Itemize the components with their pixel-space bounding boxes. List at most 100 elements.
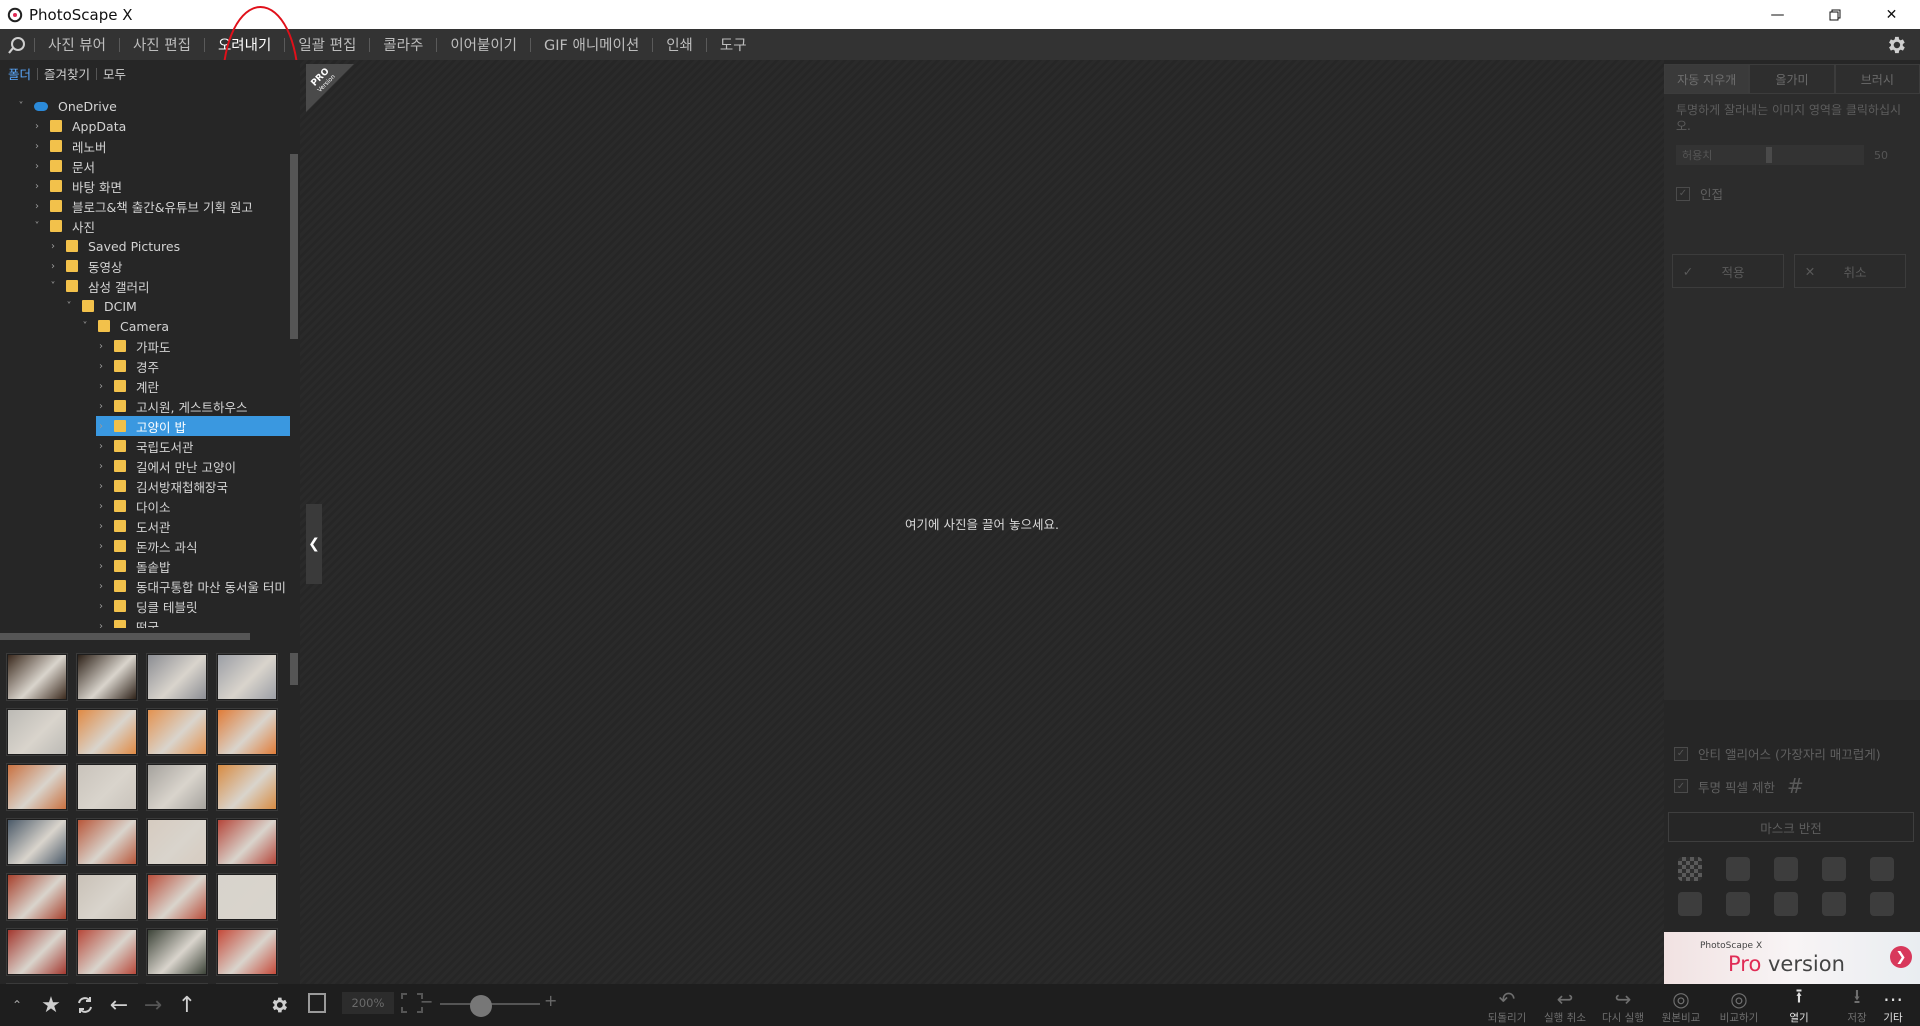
tab-lasso[interactable]: 올가미 [1749,64,1835,94]
menu-item-viewer[interactable]: 사진 뷰어 [35,29,119,60]
tree-item[interactable]: › 고시원, 게스트하우스 [96,396,290,416]
browser-settings-button[interactable] [262,988,296,1022]
collapse-left-panel-button[interactable]: ❮ [306,504,322,584]
tab-brush[interactable]: 브러시 [1834,64,1920,94]
bg-swatch[interactable] [1678,892,1702,916]
chevron-right-icon[interactable]: › [96,381,106,392]
parent-folder-button[interactable]: ↑ [170,988,204,1022]
menu-item-combine[interactable]: 이어붙이기 [437,29,530,60]
tree-item[interactable]: › 딩클 테블릿 [96,596,290,616]
chevron-right-icon[interactable]: › [32,121,42,132]
chevron-right-icon[interactable]: › [96,481,106,492]
chevron-right-icon[interactable]: › [96,501,106,512]
tree-item-selected[interactable]: › 고양이 밥 [96,416,290,436]
tolerance-slider[interactable]: 허용치 [1676,145,1864,165]
menu-item-gif[interactable]: GIF 애니메이션 [531,29,652,60]
chevron-right-icon[interactable]: › [96,421,106,432]
photo-thumbnail[interactable] [216,653,278,701]
tree-horizontal-scrollbar[interactable] [0,633,250,640]
photo-thumbnail[interactable] [6,653,68,701]
menu-item-print[interactable]: 인쇄 [653,29,706,60]
zoom-slider-knob[interactable] [470,995,492,1017]
tree-item[interactable]: › 동대구통합 마산 동서울 터미 [96,576,290,596]
chevron-right-icon[interactable]: › [96,541,106,552]
zoom-in-icon[interactable]: + [544,991,557,1010]
chevron-down-icon[interactable]: ˅ [64,301,74,312]
chevron-right-icon[interactable]: › [32,161,42,172]
redo-button[interactable]: ↪ 다시 실행 [1596,987,1650,1026]
bg-swatch[interactable] [1726,857,1750,881]
minimize-button[interactable]: — [1749,0,1806,29]
bg-swatch[interactable] [1822,857,1846,881]
photo-thumbnail[interactable] [146,818,208,866]
photo-thumbnail[interactable] [6,708,68,756]
undo-button[interactable]: ↩ 실행 취소 [1538,987,1592,1026]
tree-item[interactable]: ˅ Camera [80,316,290,336]
favorite-button[interactable]: ★ [34,988,68,1022]
home-logo-button[interactable] [0,29,34,60]
tree-item[interactable]: ˅ OneDrive [16,96,290,116]
apply-button[interactable]: ✓ 적용 [1672,254,1784,288]
bg-swatch[interactable] [1774,857,1798,881]
photo-thumbnail[interactable] [216,818,278,866]
zoom-out-icon[interactable]: − [420,992,433,1011]
chevron-right-icon[interactable]: › [32,201,42,212]
chevron-right-icon[interactable]: › [96,341,106,352]
tree-item[interactable]: › 문서 [32,156,290,176]
photo-thumbnail[interactable] [216,708,278,756]
tab-all[interactable]: 모두 [97,64,132,83]
tree-item[interactable]: › 돌솥밥 [96,556,290,576]
tree-item[interactable]: ˅ DCIM [64,296,290,316]
bg-swatch[interactable] [1822,892,1846,916]
tree-item[interactable]: › 블로그&책 출간&유튜브 기획 원고 [32,196,290,216]
tree-item[interactable]: › 가파도 [96,336,290,356]
chevron-right-icon[interactable]: › [96,561,106,572]
menu-item-batch[interactable]: 일괄 편집 [285,29,369,60]
zoom-level[interactable]: 200% [342,992,394,1014]
bg-transparent-swatch[interactable] [1678,857,1702,881]
tolerance-value[interactable]: 50 [1874,149,1904,162]
bg-swatch[interactable] [1870,857,1894,881]
forward-button[interactable]: → [136,988,170,1022]
menu-item-cutout[interactable]: 오려내기 [205,29,284,60]
drop-area[interactable]: 여기에 사진을 끌어 놓으세요. [300,60,1664,984]
tree-item[interactable]: › 경주 [96,356,290,376]
collapse-panel-button[interactable]: ⌃ [0,988,34,1022]
restore-button[interactable] [1806,0,1863,29]
chevron-right-icon[interactable]: › [96,621,106,629]
photo-thumbnail[interactable] [6,928,68,976]
chevron-right-icon[interactable]: › [32,141,42,152]
photo-thumbnail[interactable] [76,818,138,866]
adjacent-checkbox[interactable]: ✓ 인접 [1676,184,1723,203]
aspect-box-icon[interactable] [308,993,326,1013]
chevron-down-icon[interactable]: ˅ [16,101,26,112]
tree-item[interactable]: › 도서관 [96,516,290,536]
tree-item[interactable]: › 길에서 만난 고양이 [96,456,290,476]
chevron-right-icon[interactable]: › [96,521,106,532]
compare-button[interactable]: ◎ 비교하기 [1712,987,1766,1026]
slider-handle[interactable] [1766,147,1772,163]
tab-auto-eraser[interactable]: 자동 지우개 [1664,64,1750,94]
tree-item[interactable]: ˅ 사진 [32,216,290,236]
chevron-right-icon[interactable]: › [96,401,106,412]
chevron-right-icon[interactable]: › [48,241,58,252]
chevron-down-icon[interactable]: ˅ [32,221,42,232]
tree-item[interactable]: › 레노버 [32,136,290,156]
tree-item[interactable]: › 김서방재첩해장국 [96,476,290,496]
revert-button[interactable]: ↶ 되돌리기 [1480,987,1534,1026]
photo-thumbnail[interactable] [6,818,68,866]
thumbnail-scrollbar[interactable] [290,653,298,685]
chevron-right-icon[interactable]: › [96,461,106,472]
chevron-down-icon[interactable]: ˅ [48,281,58,292]
menu-item-tools[interactable]: 도구 [707,29,760,60]
back-button[interactable]: ← [102,988,136,1022]
tree-item[interactable]: › 바탕 화면 [32,176,290,196]
bg-swatch[interactable] [1870,892,1894,916]
photo-thumbnail[interactable] [6,873,68,921]
compare-original-button[interactable]: ◎ 원본비교 [1654,987,1708,1026]
photo-thumbnail[interactable] [76,873,138,921]
tree-item[interactable]: › 계란 [96,376,290,396]
refresh-button[interactable] [68,988,102,1022]
photo-thumbnail[interactable] [146,763,208,811]
cancel-button[interactable]: ✕ 취소 [1794,254,1906,288]
